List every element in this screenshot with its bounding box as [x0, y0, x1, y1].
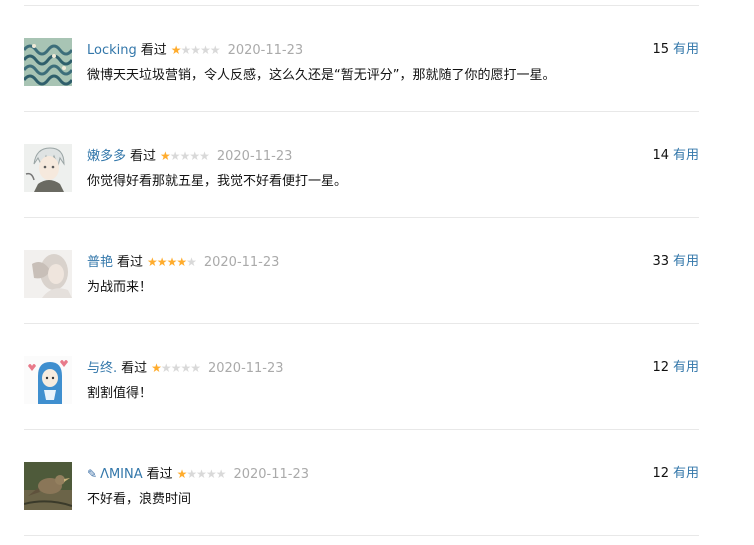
star-empty-icon: ★ — [179, 149, 191, 163]
useful-vote-button[interactable]: 有用 — [673, 466, 699, 481]
vote-area: 14 有用 — [652, 147, 699, 165]
star-empty-icon: ★ — [190, 43, 201, 57]
star-empty-icon: ★ — [215, 467, 227, 481]
comment-meta: Locking 看过 ★★★★★ 2020-11-23 — [87, 41, 303, 59]
star-empty-icon: ★ — [169, 149, 181, 163]
comment-text: 割割值得！ — [87, 386, 153, 401]
comment-text: 你觉得好看那就五星，我觉不好看便打一星。 — [87, 174, 348, 189]
comment-item: 普艳 看过 ★★★★★ 2020-11-23 为战而来！ 33 有用 — [24, 217, 699, 323]
username-link[interactable]: 嫩多多 — [87, 149, 126, 164]
comment-meta: 嫩多多 看过 ★★★★★ 2020-11-23 — [87, 147, 292, 165]
star-empty-icon: ★ — [209, 43, 221, 57]
comment-date: 2020-11-23 — [207, 361, 284, 376]
vote-count: 33 — [652, 254, 669, 269]
vote-area: 12 有用 — [652, 359, 699, 377]
vote-area: 15 有用 — [652, 41, 699, 59]
star-filled-icon: ★ — [166, 255, 178, 269]
star-empty-icon: ★ — [200, 43, 211, 57]
useful-vote-button[interactable]: 有用 — [673, 42, 699, 57]
star-filled-icon: ★ — [147, 255, 158, 269]
comment-date: 2020-11-23 — [227, 43, 304, 58]
comment-meta: ✎ ΛMINA 看过 ★★★★★ 2020-11-23 — [87, 465, 309, 483]
comment-item: 与终. 看过 ★★★★★ 2020-11-23 割割值得！ 12 有用 — [24, 323, 699, 429]
comment-text: 微博天天垃圾营销，令人反感，这么久还是“暂无评分”，那就随了你的愿打一星。 — [87, 68, 556, 83]
avatar[interactable] — [24, 144, 72, 192]
star-empty-icon: ★ — [170, 361, 182, 375]
avatar[interactable] — [24, 356, 72, 404]
pen-icon: ✎ — [87, 467, 98, 481]
star-empty-icon: ★ — [190, 361, 201, 375]
vote-count: 12 — [652, 466, 669, 481]
useful-vote-button[interactable]: 有用 — [673, 148, 699, 163]
star-filled-icon: ★ — [176, 467, 188, 481]
star-empty-icon: ★ — [160, 361, 172, 375]
comment-date: 2020-11-23 — [216, 149, 293, 164]
portrait-avatar-icon — [24, 250, 72, 298]
watch-status: 看过 — [140, 43, 167, 58]
useful-vote-button[interactable]: 有用 — [673, 360, 699, 375]
vote-area: 33 有用 — [652, 253, 699, 271]
watch-status: 看过 — [130, 149, 157, 164]
comment-item: ✎ ΛMINA 看过 ★★★★★ 2020-11-23 不好看，浪费时间 12 有用 — [24, 429, 699, 535]
rating-stars: ★★★★★ — [151, 359, 201, 377]
star-empty-icon: ★ — [196, 467, 207, 481]
comment-date: 2020-11-23 — [233, 467, 310, 482]
star-empty-icon: ★ — [186, 467, 197, 481]
bird-photo-avatar-icon — [24, 462, 72, 510]
star-empty-icon: ★ — [199, 149, 210, 163]
watch-status: 看过 — [117, 255, 144, 270]
star-filled-icon: ★ — [170, 43, 182, 57]
comment-meta: 与终. 看过 ★★★★★ 2020-11-23 — [87, 359, 284, 377]
star-empty-icon: ★ — [205, 467, 217, 481]
rating-stars: ★★★★★ — [147, 253, 197, 271]
rating-stars: ★★★★★ — [160, 147, 210, 165]
star-empty-icon: ★ — [189, 149, 200, 163]
comment-text: 为战而来！ — [87, 280, 153, 295]
divider — [24, 535, 699, 536]
star-filled-icon: ★ — [176, 255, 187, 269]
star-empty-icon: ★ — [186, 255, 197, 269]
avatar[interactable] — [24, 38, 72, 86]
useful-vote-button[interactable]: 有用 — [673, 254, 699, 269]
blue-hood-avatar-icon — [24, 356, 72, 404]
username-link[interactable]: Locking — [87, 43, 137, 58]
comment-item: 嫩多多 看过 ★★★★★ 2020-11-23 你觉得好看那就五星，我觉不好看便打一星… — [24, 111, 699, 217]
star-filled-icon: ★ — [151, 361, 162, 375]
comment-date: 2020-11-23 — [203, 255, 280, 270]
username-link[interactable]: 与终. — [87, 361, 117, 376]
username-link[interactable]: ΛMINA — [100, 467, 143, 482]
anime-boy-avatar-icon — [24, 144, 72, 192]
wave-painting-avatar-icon — [24, 38, 72, 86]
avatar[interactable] — [24, 250, 72, 298]
star-filled-icon: ★ — [156, 255, 168, 269]
vote-count: 14 — [652, 148, 669, 163]
rating-stars: ★★★★★ — [170, 41, 221, 59]
watch-status: 看过 — [146, 467, 173, 482]
rating-stars: ★★★★★ — [176, 465, 227, 483]
comment-item: Locking 看过 ★★★★★ 2020-11-23 微博天天垃圾营销，令人反感，这… — [24, 5, 699, 111]
username-link[interactable]: 普艳 — [87, 255, 113, 270]
vote-area: 12 有用 — [652, 465, 699, 483]
watch-status: 看过 — [121, 361, 148, 376]
avatar[interactable] — [24, 462, 72, 510]
comment-meta: 普艳 看过 ★★★★★ 2020-11-23 — [87, 253, 279, 271]
comment-text: 不好看，浪费时间 — [87, 492, 192, 507]
star-empty-icon: ★ — [180, 43, 192, 57]
star-filled-icon: ★ — [160, 149, 171, 163]
star-empty-icon: ★ — [180, 361, 191, 375]
vote-count: 15 — [652, 42, 669, 57]
vote-count: 12 — [652, 360, 669, 375]
